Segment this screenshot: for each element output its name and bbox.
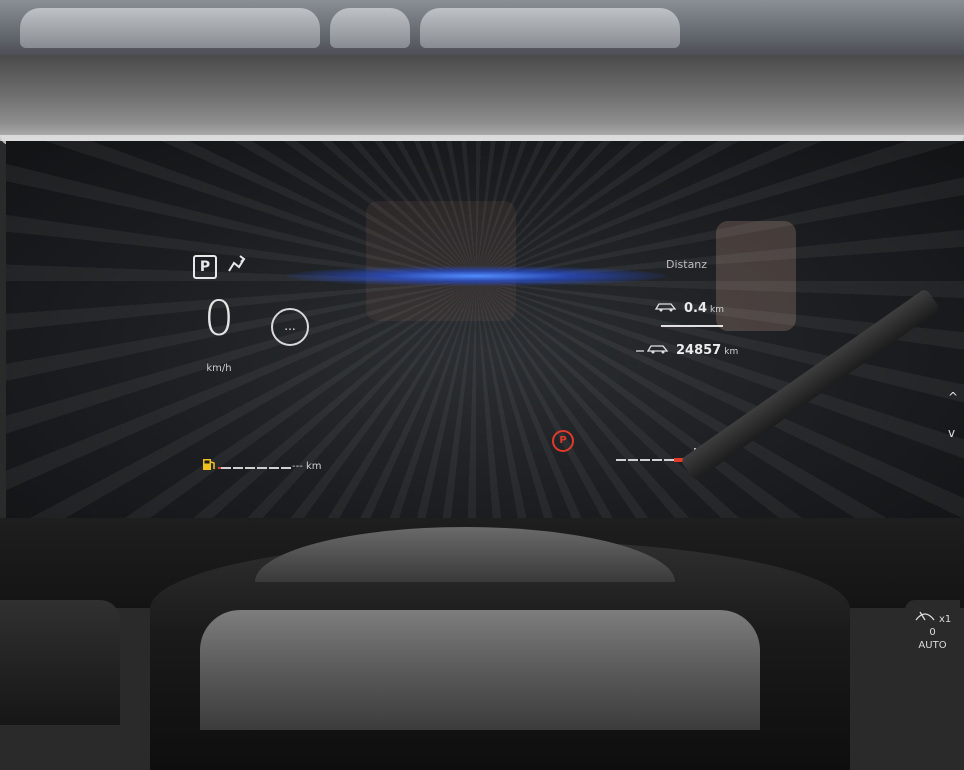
wiper-mode: AUTO bbox=[918, 640, 947, 651]
wiper-multiplier: x1 bbox=[938, 614, 952, 625]
coolant-gauge bbox=[616, 458, 686, 462]
wiper-control[interactable]: x1 0 AUTO bbox=[905, 600, 960, 690]
trip-unit: km bbox=[710, 305, 725, 315]
dashboard-hood bbox=[0, 55, 964, 145]
chevron-up-icon[interactable]: ^ bbox=[948, 390, 958, 404]
left-control-panel bbox=[0, 600, 120, 725]
instrument-cluster-display: P 0 km/h ... Distanz 0.4 km 24857 km ---… bbox=[6, 141, 964, 521]
sun-rays bbox=[6, 141, 964, 521]
parked-car bbox=[330, 8, 410, 48]
light-glare bbox=[286, 266, 666, 286]
wiper-level: 0 bbox=[929, 627, 936, 638]
parked-car bbox=[420, 8, 680, 48]
wiper-icon bbox=[915, 611, 935, 621]
speed-unit: km/h bbox=[206, 363, 232, 374]
car-trip-icon bbox=[654, 303, 677, 312]
range-readout: --- km bbox=[292, 461, 322, 472]
parking-brake-icon: P bbox=[552, 430, 574, 452]
auto-hold-icon bbox=[228, 255, 246, 272]
fuel-pump-icon bbox=[203, 459, 215, 470]
more-button[interactable]: ... bbox=[271, 308, 309, 346]
gear-indicator: P bbox=[193, 255, 217, 279]
scroll-arrows[interactable]: ^ v bbox=[948, 390, 958, 440]
odometer-row: 24857 km bbox=[636, 342, 738, 358]
trip-value: 0.4 bbox=[684, 301, 708, 316]
car-odometer-icon bbox=[636, 345, 669, 354]
speed-value: 0 bbox=[203, 291, 235, 347]
fuel-gauge bbox=[218, 467, 291, 469]
range-value: --- bbox=[292, 461, 303, 472]
steering-wheel-hub bbox=[200, 610, 760, 730]
range-unit: km bbox=[306, 461, 322, 472]
trip-row: 0.4 km bbox=[654, 300, 724, 316]
chevron-down-icon[interactable]: v bbox=[948, 426, 958, 440]
trip-title: Distanz bbox=[666, 258, 708, 271]
parked-car bbox=[20, 8, 320, 48]
odometer-value: 24857 bbox=[676, 343, 722, 358]
odometer-unit: km bbox=[724, 347, 739, 357]
divider bbox=[661, 325, 723, 327]
